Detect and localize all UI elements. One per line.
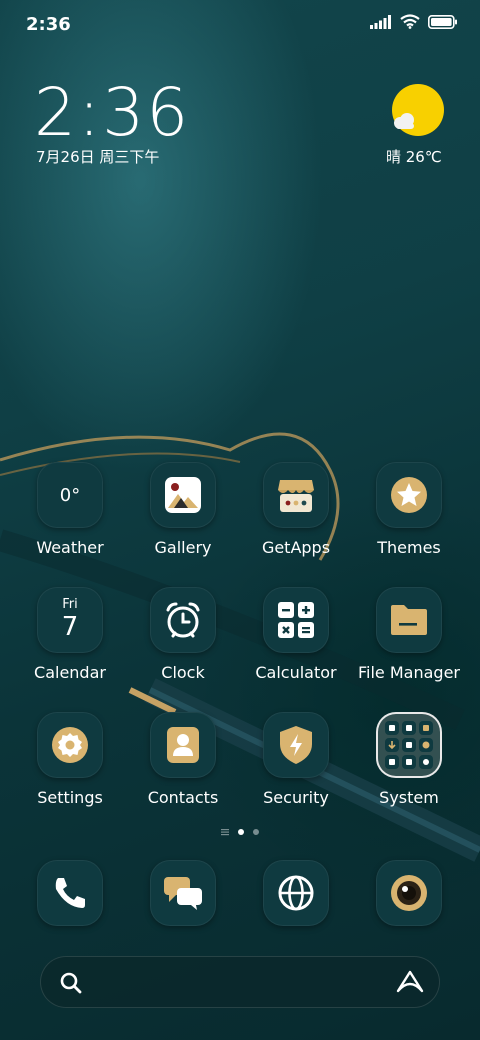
dock-camera[interactable] [349, 860, 469, 970]
search-bar[interactable] [40, 956, 440, 1008]
battery-icon [428, 14, 457, 29]
app-themes[interactable]: Themes [349, 462, 469, 572]
app-label: Weather [36, 538, 104, 557]
camera-icon[interactable] [376, 860, 442, 926]
clock-icon[interactable] [150, 587, 216, 653]
page-dot[interactable] [253, 829, 259, 835]
clock-widget-time[interactable]: 2:36 [34, 74, 190, 151]
app-weather[interactable]: 0° Weather [10, 462, 130, 572]
lens-icon [391, 875, 427, 911]
cloud-icon [394, 113, 414, 129]
app-contacts[interactable]: Contacts [123, 712, 243, 822]
assistant-icon[interactable] [396, 970, 424, 994]
app-clock[interactable]: Clock [123, 587, 243, 697]
app-calendar[interactable]: Fri 7 Calendar [10, 587, 130, 697]
dock-browser[interactable] [236, 860, 356, 970]
getapps-icon[interactable] [263, 462, 329, 528]
app-label: Clock [161, 663, 205, 682]
file-folder-icon [391, 605, 427, 635]
app-label: Calculator [255, 663, 337, 682]
app-label: System [379, 788, 439, 807]
app-label: Settings [37, 788, 103, 807]
page-indicator[interactable] [0, 828, 480, 836]
contacts-icon[interactable] [150, 712, 216, 778]
wifi-icon [400, 14, 420, 29]
search-icon[interactable] [60, 972, 82, 994]
status-time: 2:36 [26, 14, 71, 35]
folder-icon[interactable] [376, 587, 442, 653]
weather-widget-text[interactable]: 晴 26℃ [386, 146, 442, 167]
app-label: Contacts [147, 788, 219, 807]
app-getapps[interactable]: GetApps [236, 462, 356, 572]
star-icon [391, 477, 427, 513]
calendar-day: Fri [62, 597, 78, 612]
alarm-clock-icon [166, 602, 200, 638]
shield-icon [280, 726, 312, 764]
store-icon [278, 480, 314, 512]
app-label: Calendar [34, 663, 106, 682]
app-folder-system[interactable]: System [349, 712, 469, 822]
person-icon [167, 727, 199, 763]
settings-icon[interactable] [37, 712, 103, 778]
themes-icon[interactable] [376, 462, 442, 528]
dock-messages[interactable] [123, 860, 243, 970]
list-icon [221, 829, 229, 836]
calendar-date: 7 [61, 612, 79, 642]
messages-icon[interactable] [150, 860, 216, 926]
system-folder-icon[interactable] [376, 712, 442, 778]
app-calculator[interactable]: Calculator [236, 587, 356, 697]
globe-icon [278, 875, 314, 911]
app-label: Gallery [154, 538, 212, 557]
signal-icon [370, 14, 391, 29]
app-grid-icon [385, 721, 433, 769]
app-security[interactable]: Security [236, 712, 356, 822]
status-icons [370, 14, 458, 29]
page-dot-active[interactable] [238, 829, 244, 835]
security-icon[interactable] [263, 712, 329, 778]
gear-icon [52, 727, 88, 763]
app-label: File Manager [358, 663, 460, 682]
weather-icon[interactable]: 0° [37, 462, 103, 528]
app-label: GetApps [261, 538, 331, 557]
calculator-icon[interactable] [263, 587, 329, 653]
chat-bubbles-icon [164, 877, 202, 910]
calendar-icon[interactable]: Fri 7 [37, 587, 103, 653]
browser-icon[interactable] [263, 860, 329, 926]
image-icon [165, 477, 201, 513]
app-label: Security [263, 788, 329, 807]
dock-phone[interactable] [10, 860, 130, 970]
app-file-manager[interactable]: File Manager [349, 587, 469, 697]
phone-handset-icon [55, 878, 85, 908]
app-gallery[interactable]: Gallery [123, 462, 243, 572]
calculator-grid-icon [278, 602, 314, 638]
gallery-icon[interactable] [150, 462, 216, 528]
phone-icon[interactable] [37, 860, 103, 926]
clock-widget-date[interactable]: 7月26日 周三下午 [36, 146, 159, 167]
weather-icon-temp: 0° [59, 484, 81, 506]
app-label: Themes [377, 538, 441, 557]
app-settings[interactable]: Settings [10, 712, 130, 822]
